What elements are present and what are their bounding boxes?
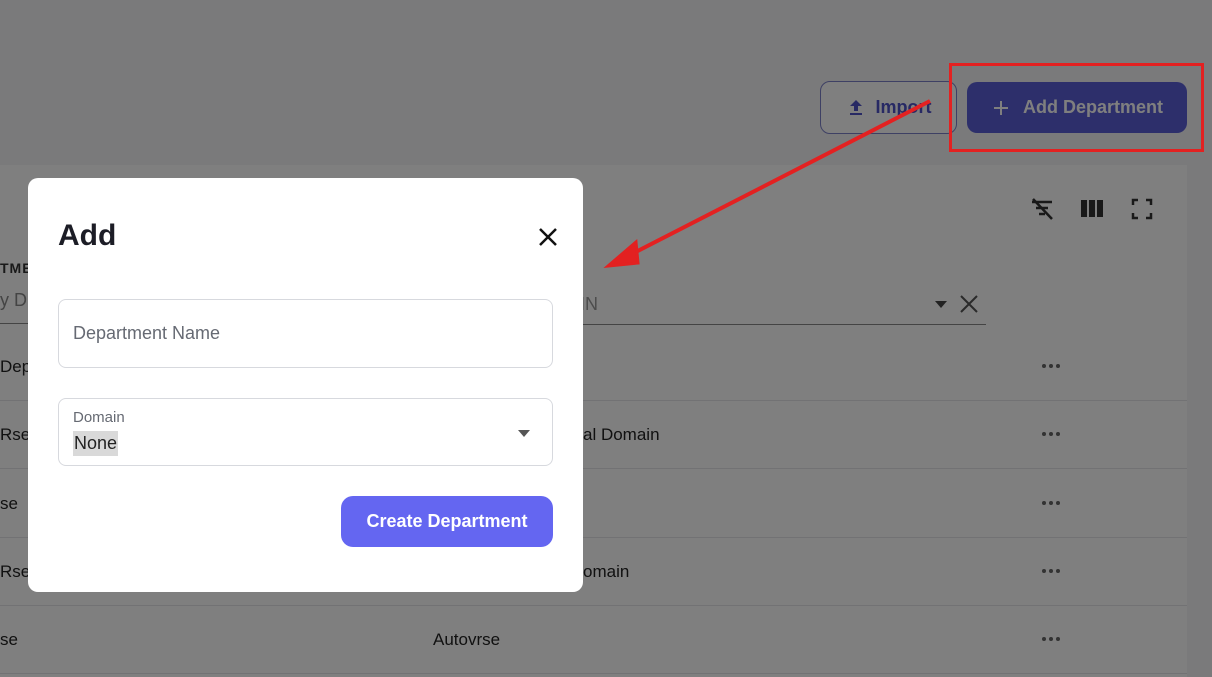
close-icon	[539, 228, 557, 246]
create-department-button[interactable]: Create Department	[341, 496, 553, 547]
close-button[interactable]	[535, 224, 561, 250]
department-name-field[interactable]	[58, 299, 553, 368]
annotation-highlight-box	[949, 63, 1204, 152]
add-department-dialog: Add Domain None Create Department	[28, 178, 583, 592]
dialog-title: Add	[58, 219, 117, 252]
department-name-input[interactable]	[59, 300, 552, 367]
domain-label: Domain	[73, 409, 125, 426]
domain-selected-value: None	[73, 431, 119, 456]
domain-select[interactable]: Domain None	[58, 398, 553, 466]
chevron-down-icon	[518, 430, 530, 437]
